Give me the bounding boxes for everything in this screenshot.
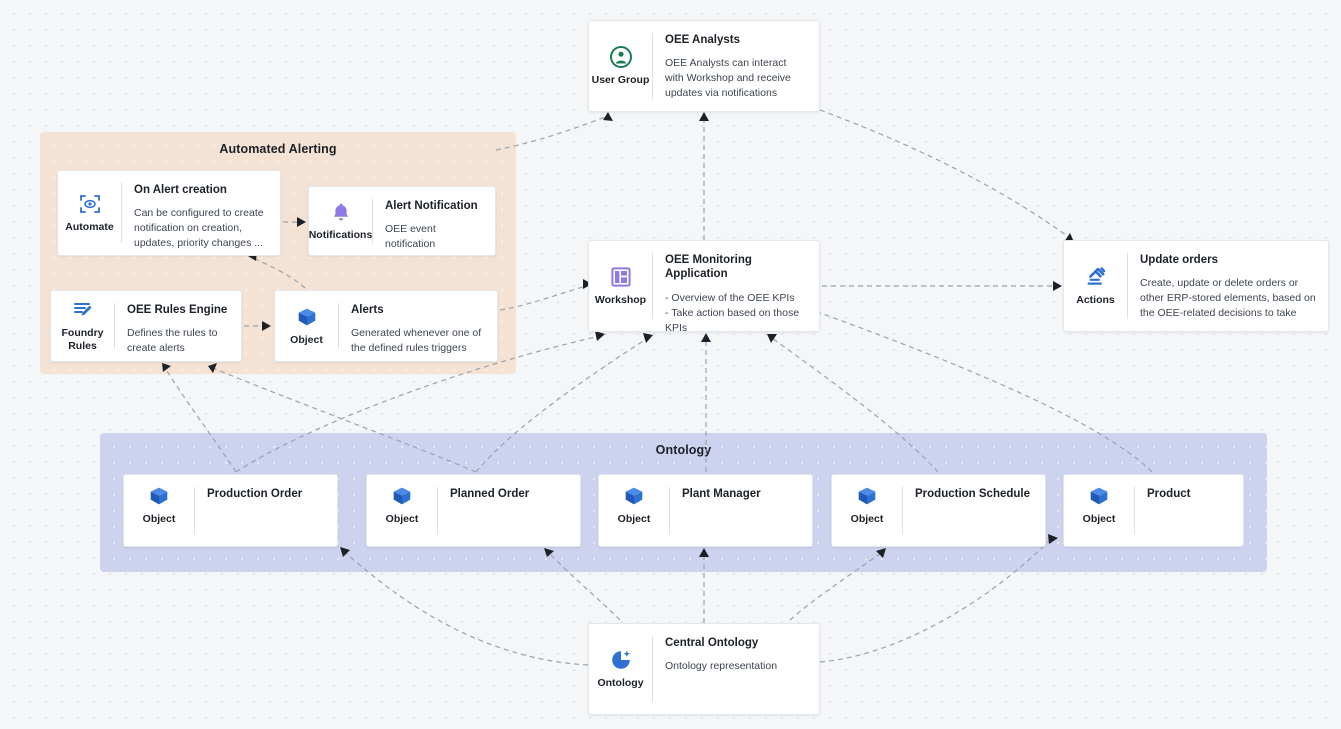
card-kind-object: Object bbox=[367, 475, 437, 546]
card-oee-rules-engine[interactable]: Foundry Rules OEE Rules Engine Defines t… bbox=[50, 290, 242, 362]
card-kind-object: Object bbox=[124, 475, 194, 546]
card-content: Production Order bbox=[195, 475, 337, 546]
group-ontology-title: Ontology bbox=[655, 443, 712, 457]
card-content: Product bbox=[1135, 475, 1243, 546]
card-description: Defines the rules to create alerts bbox=[127, 327, 218, 355]
object-cube-icon bbox=[391, 485, 413, 507]
card-kind-object: Object bbox=[1064, 475, 1134, 546]
card-title: OEE Monitoring Application bbox=[665, 254, 752, 281]
card-title: Planned Order bbox=[450, 488, 530, 500]
card-title: Update orders bbox=[1140, 254, 1218, 266]
card-title: On Alert creation bbox=[134, 184, 227, 196]
card-content: Central Ontology Ontology representation bbox=[653, 624, 819, 714]
workshop-icon bbox=[610, 266, 632, 288]
card-description: Can be configured to create notification… bbox=[134, 207, 264, 250]
user-group-icon bbox=[609, 45, 632, 68]
automate-icon bbox=[79, 193, 101, 215]
card-kind-label: Foundry Rules bbox=[61, 327, 104, 352]
card-kind-user-group: User Group bbox=[589, 21, 652, 111]
card-update-orders[interactable]: Actions Update orders Create, update or … bbox=[1063, 240, 1329, 332]
card-description: Create, update or delete orders or other… bbox=[1140, 277, 1316, 320]
card-kind-automate: Automate bbox=[58, 171, 121, 255]
object-cube-icon bbox=[623, 485, 645, 507]
card-kind-label: Ontology bbox=[597, 676, 644, 689]
card-title: OEE Rules Engine bbox=[127, 304, 228, 316]
card-kind-label: Notifications bbox=[308, 228, 373, 241]
card-title: Alerts bbox=[351, 304, 384, 316]
card-content: OEE Rules Engine Defines the rules to cr… bbox=[115, 291, 241, 361]
card-content: Alerts Generated whenever one of the def… bbox=[339, 291, 497, 361]
card-description: Generated whenever one of the defined ru… bbox=[351, 327, 482, 355]
card-kind-label: Object bbox=[142, 513, 176, 525]
card-description: - Overview of the OEE KPIs - Take action… bbox=[665, 291, 800, 334]
card-kind-notifications: Notifications bbox=[309, 187, 372, 255]
card-oee-monitoring-application[interactable]: Workshop OEE Monitoring Application - Ov… bbox=[588, 240, 820, 334]
card-content: Plant Manager bbox=[670, 475, 812, 546]
card-kind-workshop: Workshop bbox=[589, 241, 652, 331]
card-kind-label: Object bbox=[290, 333, 323, 346]
card-kind-label: Workshop bbox=[594, 293, 647, 306]
bell-icon bbox=[330, 201, 352, 223]
card-content: Production Schedule bbox=[903, 475, 1045, 546]
card-object-production-order[interactable]: Object Production Order bbox=[123, 474, 338, 547]
card-content: On Alert creation Can be configured to c… bbox=[122, 171, 280, 255]
card-kind-actions: Actions bbox=[1064, 241, 1127, 331]
card-title: Production Order bbox=[207, 488, 303, 500]
card-oee-analysts[interactable]: User Group OEE Analysts OEE Analysts can… bbox=[588, 20, 820, 112]
card-title: Alert Notification bbox=[385, 200, 478, 212]
card-object-plant-manager[interactable]: Object Plant Manager bbox=[598, 474, 813, 547]
card-alerts-object[interactable]: Object Alerts Generated whenever one of … bbox=[274, 290, 498, 362]
card-content: OEE Analysts OEE Analysts can interact w… bbox=[653, 21, 819, 111]
card-description: OEE event notification bbox=[385, 223, 436, 251]
card-kind-object: Object bbox=[832, 475, 902, 546]
card-title: Production Schedule bbox=[915, 488, 1031, 500]
card-on-alert-creation[interactable]: Automate On Alert creation Can be config… bbox=[57, 170, 281, 256]
card-description: Ontology representation bbox=[665, 660, 778, 673]
card-description: OEE Analysts can interact with Workshop … bbox=[665, 57, 791, 100]
card-kind-ontology: Ontology bbox=[589, 624, 652, 714]
foundry-rules-icon bbox=[72, 299, 94, 321]
card-title: OEE Analysts bbox=[665, 34, 740, 46]
card-alert-notification[interactable]: Notifications Alert Notification OEE eve… bbox=[308, 186, 496, 256]
card-kind-object: Object bbox=[599, 475, 669, 546]
card-kind-label: Automate bbox=[65, 220, 114, 233]
card-title: Central Ontology bbox=[665, 637, 759, 649]
card-kind-label: Object bbox=[385, 513, 419, 525]
group-automated-alerting-title: Automated Alerting bbox=[219, 142, 337, 156]
object-cube-icon bbox=[856, 485, 878, 507]
card-kind-label: Object bbox=[1082, 513, 1116, 525]
card-content: Planned Order bbox=[438, 475, 580, 546]
card-object-product[interactable]: Object Product bbox=[1063, 474, 1244, 547]
card-content: Update orders Create, update or delete o… bbox=[1128, 241, 1328, 331]
card-object-planned-order[interactable]: Object Planned Order bbox=[366, 474, 581, 547]
card-kind-label: Object bbox=[850, 513, 884, 525]
card-object-production-schedule[interactable]: Object Production Schedule bbox=[831, 474, 1046, 547]
card-kind-label: User Group bbox=[591, 73, 650, 86]
card-title: Plant Manager bbox=[682, 488, 761, 500]
card-kind-foundry-rules: Foundry Rules bbox=[51, 291, 114, 361]
gavel-icon bbox=[1085, 266, 1107, 288]
object-cube-icon bbox=[148, 485, 170, 507]
object-cube-icon bbox=[296, 306, 318, 328]
card-kind-label: Object bbox=[617, 513, 651, 525]
card-central-ontology[interactable]: Ontology Central Ontology Ontology repre… bbox=[588, 623, 820, 715]
ontology-icon bbox=[610, 649, 632, 671]
card-content: OEE Monitoring Application - Overview of… bbox=[653, 241, 819, 334]
object-cube-icon bbox=[1088, 485, 1110, 507]
card-kind-label: Actions bbox=[1076, 293, 1115, 306]
card-content: Alert Notification OEE event notificatio… bbox=[373, 187, 495, 255]
card-title: Product bbox=[1147, 488, 1191, 500]
card-kind-object: Object bbox=[275, 291, 338, 361]
